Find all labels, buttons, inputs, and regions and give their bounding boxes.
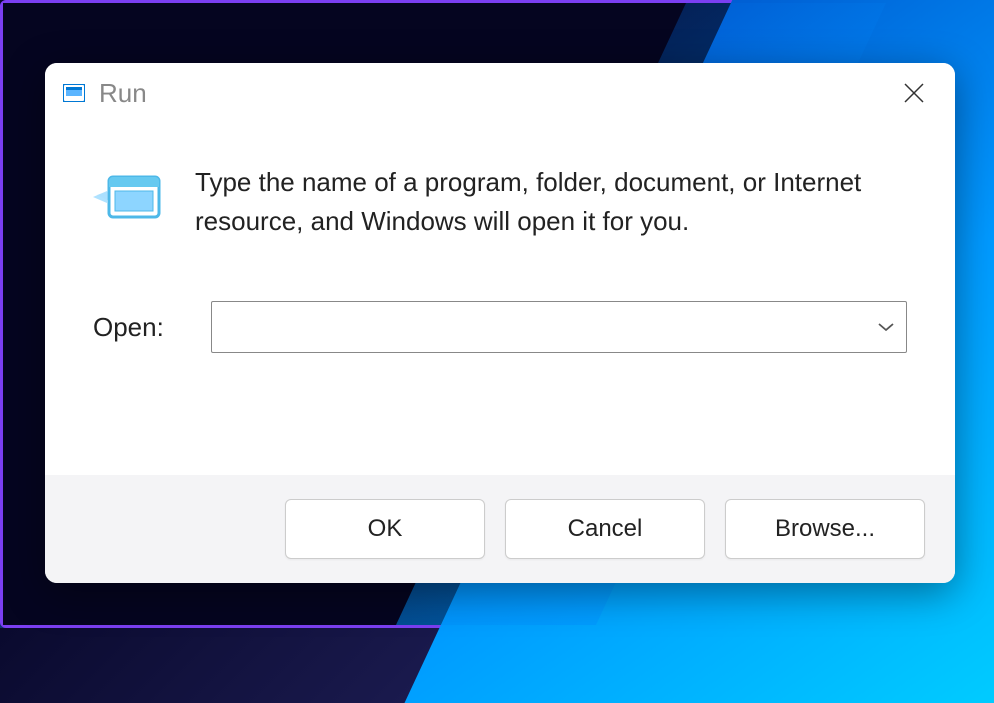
open-label: Open: bbox=[93, 312, 183, 343]
combobox-dropdown-button[interactable] bbox=[866, 302, 906, 352]
instruction-row: Type the name of a program, folder, docu… bbox=[93, 163, 907, 241]
open-input[interactable] bbox=[212, 302, 866, 352]
dialog-body: Type the name of a program, folder, docu… bbox=[45, 123, 955, 475]
chevron-down-icon bbox=[877, 322, 895, 332]
instruction-text: Type the name of a program, folder, docu… bbox=[195, 163, 907, 241]
dialog-title: Run bbox=[99, 78, 891, 109]
close-icon bbox=[903, 82, 925, 104]
open-row: Open: bbox=[93, 301, 907, 353]
ok-button[interactable]: OK bbox=[285, 499, 485, 559]
run-dialog: Run Type the name of a program, bbox=[45, 63, 955, 583]
cancel-button[interactable]: Cancel bbox=[505, 499, 705, 559]
run-app-icon bbox=[93, 169, 163, 225]
open-combobox[interactable] bbox=[211, 301, 907, 353]
close-button[interactable] bbox=[891, 70, 937, 116]
titlebar: Run bbox=[45, 63, 955, 123]
run-titlebar-icon bbox=[63, 84, 85, 102]
button-bar: OK Cancel Browse... bbox=[45, 475, 955, 583]
browse-button[interactable]: Browse... bbox=[725, 499, 925, 559]
